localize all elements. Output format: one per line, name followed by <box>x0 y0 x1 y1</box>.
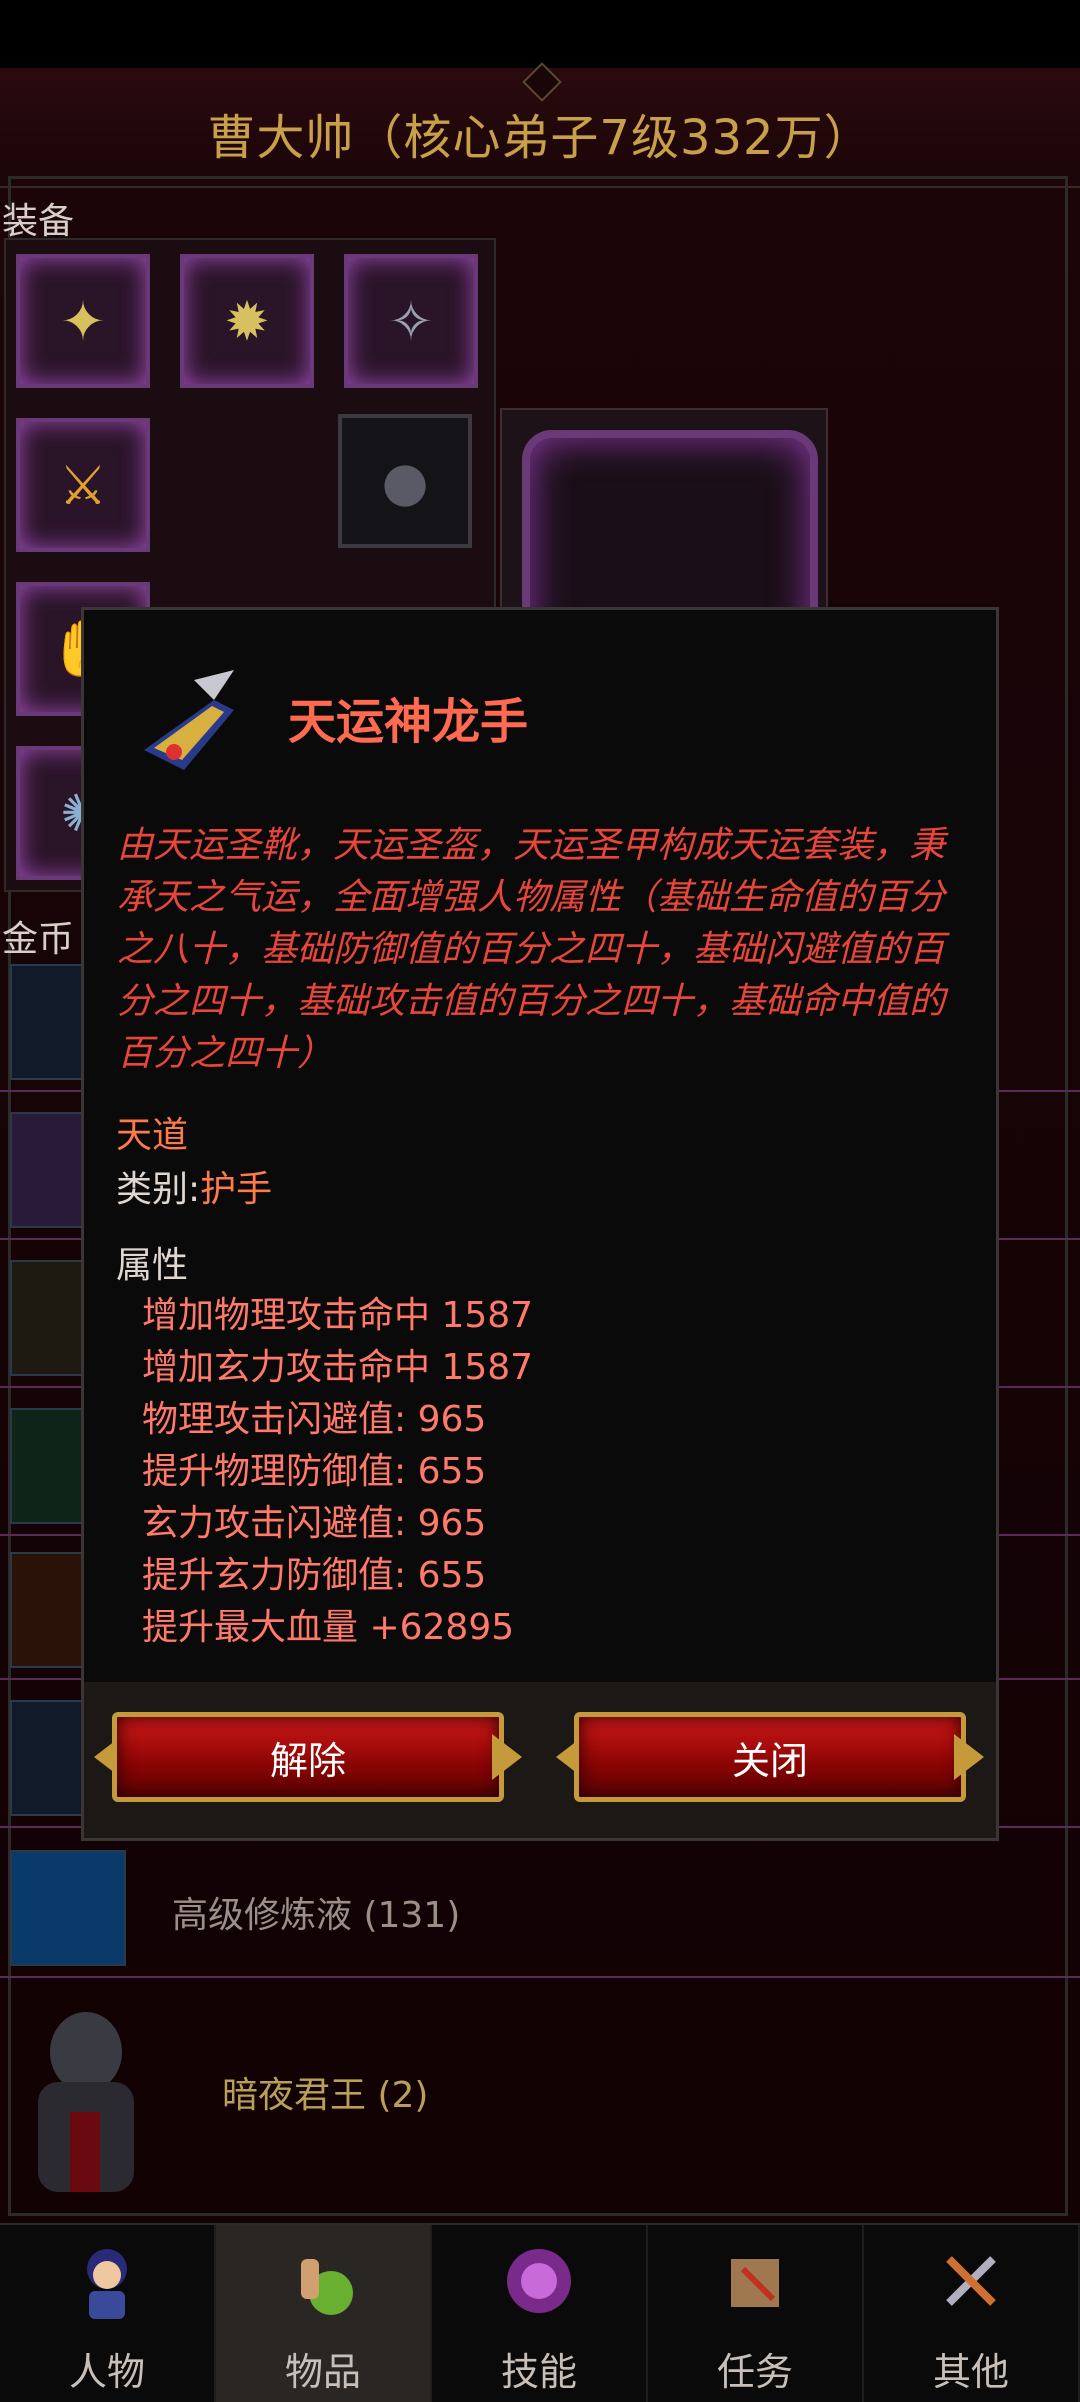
tab-skills[interactable]: 技能 <box>432 2225 648 2402</box>
attribute-line: 提升玄力防御值: 655 <box>142 1555 487 1596</box>
attribute-line: 增加物理攻击命中 1587 <box>142 1295 534 1336</box>
title-ornament <box>522 62 562 102</box>
tab-other[interactable]: 其他 <box>864 2225 1080 2402</box>
character-title: 曹大帅（核心弟子7级332万） <box>207 110 873 166</box>
unequip-button[interactable]: 解除 <box>94 1702 522 1812</box>
category-label: 类别: <box>116 1169 201 1210</box>
item-description: 由天运圣靴，天运圣盔，天运圣甲构成天运套装，秉承天之气运，全面增强人物属性（基础… <box>117 825 946 1074</box>
attribute-line: 提升物理防御值: 655 <box>142 1451 487 1492</box>
item-category: 类别:护手 <box>116 1160 272 1212</box>
character-icon <box>87 2249 127 2319</box>
attributes-title: 属性 <box>116 1245 189 1286</box>
inventory-item-row[interactable]: 高级修炼液 (131) <box>0 1838 1080 1978</box>
close-label: 关闭 <box>731 1739 808 1783</box>
potion-bag-icon <box>301 2259 353 2315</box>
item-grade: 天道 <box>116 1115 189 1156</box>
accessory-icon: ● <box>381 449 429 513</box>
tab-items[interactable]: 物品 <box>216 2225 432 2402</box>
quest-scroll-icon <box>731 2259 779 2307</box>
tab-label: 技能 <box>500 2350 577 2394</box>
tab-character[interactable]: 人物 <box>0 2225 216 2402</box>
modal-button-bar: 解除 关闭 <box>84 1682 996 1838</box>
sword-icon: ⚔ <box>58 453 108 517</box>
attribute-line: 提升最大血量 +62895 <box>142 1607 515 1648</box>
equip-slot-armor[interactable]: ✹ <box>180 254 314 388</box>
item-name: 暗夜君王 (2) <box>222 2075 429 2116</box>
shoulder-icon: ✧ <box>388 289 434 353</box>
equip-slot-weapon[interactable]: ⚔ <box>16 418 150 552</box>
equip-slot-shoulder[interactable]: ✧ <box>344 254 478 388</box>
attribute-list: 增加物理攻击命中 1587 增加玄力攻击命中 1587 物理攻击闪避值: 965… <box>142 1290 533 1654</box>
gauntlet-icon <box>144 670 234 770</box>
tab-label: 物品 <box>284 2350 361 2394</box>
equipment-section-label: 装备 <box>2 201 75 242</box>
tab-label: 其他 <box>932 2350 1009 2394</box>
tab-quests[interactable]: 任务 <box>648 2225 864 2402</box>
item-name: 高级修炼液 (131) <box>172 1895 461 1936</box>
item-detail-modal: 天运神龙手 由天运圣靴，天运圣盔，天运圣甲构成天运套装，秉承天之气运，全面增强人… <box>81 607 999 1841</box>
bottom-nav: 人物 物品 技能 任务 其他 <box>0 2223 1080 2402</box>
attribute-line: 增加玄力攻击命中 1587 <box>142 1347 534 1388</box>
category-value: 护手 <box>200 1169 273 1210</box>
armor-icon: ✹ <box>224 289 270 353</box>
unequip-label: 解除 <box>269 1739 346 1783</box>
tools-icon <box>946 2256 996 2306</box>
inventory-item-row[interactable]: 暗夜君王 (2) <box>0 1990 1080 2220</box>
status-bar <box>0 0 1080 68</box>
skill-swirl-icon <box>507 2249 571 2313</box>
attribute-line: 玄力攻击闪避值: 965 <box>142 1503 487 1544</box>
tab-label: 任务 <box>716 2350 793 2394</box>
helmet-icon: ✦ <box>60 289 106 353</box>
item-title: 天运神龙手 <box>288 694 529 750</box>
equip-slot-helmet[interactable]: ✦ <box>16 254 150 388</box>
close-button[interactable]: 关闭 <box>556 1702 984 1812</box>
equip-slot-accessory[interactable]: ● <box>338 414 472 548</box>
potion-icon <box>10 1850 126 1966</box>
dark-knight-icon <box>38 2012 134 2192</box>
tab-label: 人物 <box>68 2350 145 2394</box>
attribute-line: 物理攻击闪避值: 965 <box>142 1399 487 1440</box>
